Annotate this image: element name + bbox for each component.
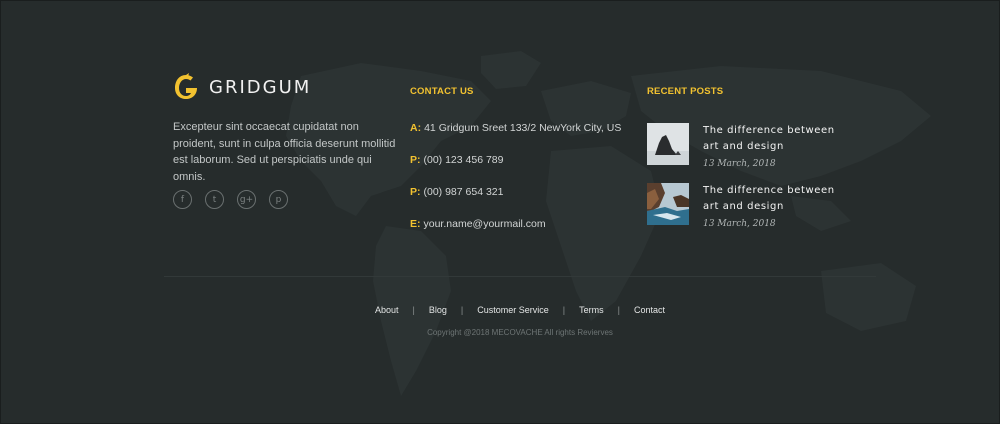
- contact-email: E: your.name@yourmail.com: [410, 218, 546, 230]
- address-label: A:: [410, 122, 422, 134]
- contact-phone-1: P: (00) 123 456 789: [410, 154, 503, 166]
- post-title[interactable]: The difference between art and design: [703, 183, 853, 215]
- footer-link-terms[interactable]: Terms: [579, 305, 604, 315]
- post-date: 13 March, 2018: [703, 219, 776, 229]
- recent-posts-heading: RECENT POSTS: [647, 86, 724, 97]
- post-date: 13 March, 2018: [703, 159, 776, 169]
- post-thumbnail[interactable]: [647, 183, 689, 225]
- google-plus-icon[interactable]: g+: [237, 190, 256, 209]
- footer-divider: [164, 276, 876, 277]
- email-value[interactable]: your.name@yourmail.com: [424, 218, 546, 230]
- nav-separator: |: [412, 305, 415, 315]
- gridgum-logo-icon: [175, 73, 197, 99]
- brand-name: GRIDGUM: [209, 76, 312, 98]
- contact-heading: CONTACT US: [410, 86, 474, 97]
- footer-link-customer-service[interactable]: Customer Service: [477, 305, 549, 315]
- post-thumbnail[interactable]: [647, 123, 689, 165]
- footer-link-contact[interactable]: Contact: [634, 305, 665, 315]
- pinterest-icon[interactable]: p: [269, 190, 288, 209]
- contact-phone-2: P: (00) 987 654 321: [410, 186, 503, 198]
- post-title[interactable]: The difference between art and design: [703, 123, 853, 155]
- footer-link-about[interactable]: About: [375, 305, 399, 315]
- nav-separator: |: [460, 305, 464, 315]
- footer-section: GRIDGUM Excepteur sint occaecat cupidata…: [0, 0, 1000, 424]
- twitter-icon[interactable]: t: [205, 190, 224, 209]
- footer-nav: About | Blog | Customer Service | Terms …: [1, 305, 999, 315]
- recent-post-item[interactable]: The difference between art and design 13…: [647, 123, 853, 169]
- social-links: f t g+ p: [173, 190, 301, 209]
- phone-label: P:: [410, 186, 421, 198]
- footer-link-blog[interactable]: Blog: [429, 305, 447, 315]
- phone-label: P:: [410, 154, 421, 166]
- about-text: Excepteur sint occaecat cupidatat non pr…: [173, 121, 396, 183]
- nav-separator: |: [617, 305, 620, 315]
- recent-post-item[interactable]: The difference between art and design 13…: [647, 183, 853, 229]
- phone-value[interactable]: (00) 987 654 321: [424, 186, 504, 198]
- email-label: E:: [410, 218, 421, 230]
- facebook-icon[interactable]: f: [173, 190, 192, 209]
- copyright-text: Copyright @2018 MECOVACHE All rights Rev…: [427, 328, 613, 337]
- contact-address: A: 41 Gridgum Sreet 133/2 NewYork City, U…: [410, 122, 621, 134]
- address-value: 41 Gridgum Sreet 133/2 NewYork City, US: [424, 122, 622, 134]
- nav-separator: |: [562, 305, 566, 315]
- phone-value[interactable]: (00) 123 456 789: [424, 154, 504, 166]
- brand-logo[interactable]: GRIDGUM: [173, 73, 311, 101]
